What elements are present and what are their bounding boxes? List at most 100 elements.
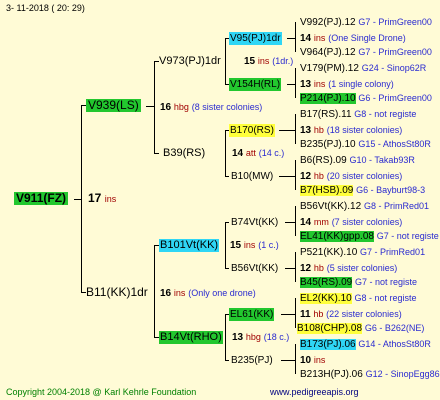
gen4-note-4: G8 - not registe: [354, 109, 417, 119]
pedigree-page: 3- 11-2018 ( 20: 29) Copyright 2004-2018…: [0, 0, 440, 400]
gen2-note-0: (1dr.): [272, 56, 294, 66]
gen4-row-0: V992(PJ).12 G7 - PrimGreen00: [300, 16, 432, 29]
gen1-queen-1[interactable]: B11(KK)1dr: [86, 286, 148, 299]
gen4-row-15: B213H(PJ).06 G12 - SinopEgg86R: [300, 368, 440, 381]
gen4-queen-12[interactable]: EL2(KK).10: [300, 293, 352, 304]
gen4-row-9: EL41(KK)gpp.08 G7 - not registe: [300, 230, 439, 243]
gen3-note-1: (1 single colony): [328, 79, 394, 89]
gen4-row-4: B17(RS).11 G8 - not registe: [300, 108, 416, 121]
gen2-queen-2[interactable]: B101Vt(KK): [159, 239, 220, 252]
gen4-note-12: G8 - not registe: [354, 293, 417, 303]
gen4-row-8: B56Vt(KK).12 G8 - PrimRed01: [300, 200, 429, 213]
gen2-queen-1[interactable]: B39(RS): [163, 147, 205, 160]
gen4-row-10: P521(KK).10 G7 - PrimRed01: [300, 246, 425, 259]
gen2-year-2: 15: [230, 240, 242, 251]
gen4-note-6: G10 - Takab93R: [349, 155, 415, 165]
date-header: 3- 11-2018 ( 20: 29): [6, 3, 85, 13]
gen3-year-2: 13: [300, 125, 312, 136]
gen4-note-2: G24 - Sinop62R: [361, 63, 427, 73]
gen4-row-2: V179(PM).12 G24 - Sinop62R: [300, 62, 426, 75]
root-year-label: 17 ins: [88, 192, 116, 206]
gen3-info-1: 13 ins (1 single colony): [300, 78, 394, 91]
gen4-queen-8[interactable]: B56Vt(KK).12: [300, 201, 361, 212]
gen1-queen-0[interactable]: V939(LS): [86, 99, 141, 112]
gen3-unit-2: hb: [313, 125, 324, 135]
gen2-info-2: 15 ins (1 c.): [230, 239, 279, 252]
root-unit: ins: [104, 194, 117, 204]
gen4-queen-13[interactable]: B108(CHP).08: [297, 323, 363, 334]
gen4-queen-14[interactable]: B173(PJ).06: [300, 339, 356, 350]
gen3-unit-3: hb: [313, 171, 324, 181]
gen4-queen-11[interactable]: B45(RS).09: [300, 277, 353, 288]
gen3-queen-6[interactable]: EL61(KK): [229, 308, 275, 321]
gen3-note-3: (20 sister colonies): [326, 171, 403, 181]
gen1-unit-1: ins: [173, 288, 186, 298]
gen4-queen-3[interactable]: P214(PJ).10: [300, 93, 356, 104]
gen2-info-3: 13 hbg (18 c.): [232, 331, 289, 344]
gen3-queen-7[interactable]: B235(PJ): [231, 354, 273, 367]
gen4-queen-4[interactable]: B17(RS).11: [300, 109, 352, 120]
gen4-note-10: G7 - PrimRed01: [360, 247, 426, 257]
gen4-queen-6[interactable]: B6(RS).09: [300, 155, 347, 166]
gen3-queen-3[interactable]: B10(MW): [231, 170, 273, 183]
gen3-queen-5[interactable]: B56Vt(KK): [231, 262, 278, 275]
gen3-year-0: 14: [300, 33, 312, 44]
gen3-unit-6: hb: [313, 309, 324, 319]
gen2-unit-2: ins: [243, 240, 256, 250]
gen2-year-0: 15: [244, 56, 256, 67]
gen4-row-3: P214(PJ).10 G6 - PrimGreen00: [300, 92, 432, 105]
gen4-row-11: B45(RS).09 G7 - not registe: [300, 276, 417, 289]
gen4-queen-10[interactable]: P521(KK).10: [300, 247, 357, 258]
gen1-note-1: (Only one drone): [188, 288, 256, 298]
gen3-note-2: (18 sister colonies): [326, 125, 403, 135]
gen3-queen-2[interactable]: B170(RS): [229, 124, 275, 137]
gen4-queen-2[interactable]: V179(PM).12: [300, 63, 359, 74]
gen4-queen-0[interactable]: V992(PJ).12: [300, 17, 356, 28]
gen4-note-0: G7 - PrimGreen00: [358, 17, 432, 27]
gen4-note-5: G15 - AthosSt80R: [358, 139, 431, 149]
gen3-queen-0[interactable]: V95(PJ)1dr: [229, 32, 282, 45]
gen4-queen-15[interactable]: B213H(PJ).06: [300, 369, 363, 380]
gen3-year-7: 10: [300, 355, 312, 366]
copyright: Copyright 2004-2018 @ Karl Kehrle Founda…: [6, 387, 197, 397]
gen3-year-5: 12: [300, 263, 312, 274]
gen4-note-11: G7 - not registe: [355, 277, 418, 287]
gen3-queen-4[interactable]: B74Vt(KK): [231, 216, 278, 229]
gen2-queen-0[interactable]: V973(PJ)1dr: [159, 55, 221, 68]
website-link[interactable]: www.pedigreeapis.org: [270, 386, 359, 399]
gen2-year-1: 14: [232, 148, 244, 159]
gen1-year-1: 16: [160, 288, 172, 299]
gen4-note-3: G6 - PrimGreen00: [358, 93, 432, 103]
gen3-unit-0: ins: [313, 33, 326, 43]
gen3-unit-4: mm: [313, 217, 329, 227]
gen2-info-1: 14 att (14 c.): [232, 147, 284, 160]
gen4-row-7: B7(HSB).09 G6 - Bayburt98-3: [300, 184, 425, 197]
gen1-info-0: 16 hbg (8 sister colonies): [160, 101, 262, 114]
gen4-note-8: G8 - PrimRed01: [363, 201, 429, 211]
gen1-unit-0: hbg: [173, 102, 189, 112]
gen3-info-0: 14 ins (One Single Drone): [300, 32, 406, 45]
gen2-unit-0: ins: [257, 56, 270, 66]
gen4-row-13: B108(CHP).08 G6 - B262(NE): [297, 322, 424, 335]
gen3-note-6: (22 sister colonies): [326, 309, 402, 319]
gen4-row-1: V964(PJ).12 G7 - PrimGreen00: [300, 46, 432, 59]
gen2-note-3: (18 c.): [263, 332, 290, 342]
gen4-queen-7[interactable]: B7(HSB).09: [300, 185, 354, 196]
gen3-unit-1: ins: [313, 79, 326, 89]
gen3-queen-1[interactable]: V154H(RL): [229, 78, 282, 91]
gen3-note-0: (One Single Drone): [328, 33, 406, 43]
gen4-queen-9[interactable]: EL41(KK)gpp.08: [300, 231, 374, 242]
gen3-info-5: 12 hb (5 sister colonies): [300, 262, 397, 275]
gen3-year-1: 13: [300, 79, 312, 90]
gen1-year-0: 16: [160, 102, 172, 113]
gen2-queen-3[interactable]: B14Vt(RHO): [159, 331, 223, 344]
gen4-note-1: G7 - PrimGreen00: [358, 47, 432, 57]
gen3-note-5: (5 sister colonies): [326, 263, 398, 273]
gen4-queen-1[interactable]: V964(PJ).12: [300, 47, 356, 58]
gen2-info-0: 15 ins (1dr.): [244, 55, 293, 68]
gen4-queen-5[interactable]: B235(PJ).10: [300, 139, 356, 150]
gen2-note-2: (1 c.): [258, 240, 279, 250]
root-queen-name[interactable]: V911(FZ): [14, 192, 69, 205]
gen4-row-12: EL2(KK).10 G8 - not registe: [300, 292, 417, 305]
gen3-note-4: (7 sister colonies): [331, 217, 403, 227]
